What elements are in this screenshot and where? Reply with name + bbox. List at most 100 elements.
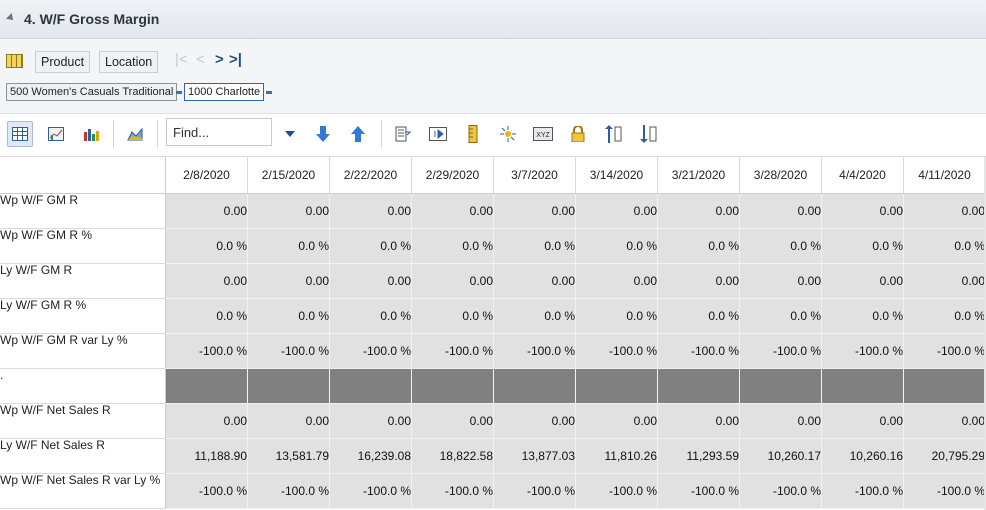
grid-cell[interactable]: 13,877.03 <box>493 438 576 474</box>
grid-cell[interactable]: 11,810.26 <box>575 438 658 474</box>
grid-cell[interactable]: -100.0 % <box>165 333 248 369</box>
grid-cell[interactable]: 0.00 <box>575 403 658 439</box>
grid-cell[interactable]: 0.0 % <box>903 228 986 264</box>
grid-cell[interactable] <box>493 368 576 404</box>
arrow-down-icon[interactable] <box>311 122 335 146</box>
grid-cell[interactable]: 0.00 <box>739 403 822 439</box>
chart-view-icon[interactable] <box>44 122 68 146</box>
grid-cell[interactable]: 0.0 % <box>493 298 576 334</box>
grid-cell[interactable]: -100.0 % <box>329 473 412 509</box>
grid-cell[interactable]: 0.00 <box>411 403 494 439</box>
grid-cell[interactable]: 0.0 % <box>821 298 904 334</box>
grid-cell[interactable]: 0.00 <box>493 193 576 229</box>
grid-cell[interactable]: 0.0 % <box>247 298 330 334</box>
xyz-icon[interactable]: XYZ <box>531 122 555 146</box>
page-selector-icon[interactable] <box>6 54 23 68</box>
previous-page-icon[interactable]: < <box>196 51 205 69</box>
grid-cell[interactable]: 0.00 <box>329 263 412 299</box>
grid-view-icon[interactable] <box>7 121 33 147</box>
grid-cell[interactable]: 11,188.90 <box>165 438 248 474</box>
date-column-header[interactable]: 4/4/2020 <box>821 157 904 194</box>
grid-cell[interactable]: 0.00 <box>739 263 822 299</box>
bar-chart-icon[interactable] <box>79 122 103 146</box>
grid-cell[interactable]: 0.00 <box>411 263 494 299</box>
grid-cell[interactable]: -100.0 % <box>411 473 494 509</box>
grid-cell[interactable]: 0.00 <box>575 193 658 229</box>
grid-cell[interactable]: 11,293.59 <box>657 438 740 474</box>
row-header[interactable]: . <box>0 368 166 404</box>
product-button[interactable]: Product <box>35 51 91 73</box>
grid-cell[interactable]: -100.0 % <box>821 473 904 509</box>
grid-cell[interactable]: 10,260.16 <box>821 438 904 474</box>
grid-cell[interactable]: 0.00 <box>411 193 494 229</box>
export-icon[interactable] <box>391 122 415 146</box>
arrow-up-icon[interactable] <box>346 122 370 146</box>
grid-cell[interactable] <box>411 368 494 404</box>
grid-cell[interactable]: 0.00 <box>329 193 412 229</box>
columns-icon[interactable] <box>426 122 450 146</box>
grid-cell[interactable]: 0.00 <box>165 193 248 229</box>
sort-asc-icon[interactable] <box>601 122 625 146</box>
grid-cell[interactable]: -100.0 % <box>411 333 494 369</box>
date-column-header[interactable]: 4/11/2020 <box>903 157 986 194</box>
row-header[interactable]: Ly W/F Net Sales R <box>0 438 166 474</box>
grid-cell[interactable]: -100.0 % <box>739 473 822 509</box>
row-header[interactable]: Wp W/F GM R var Ly % <box>0 333 166 369</box>
grid-cell[interactable]: 0.0 % <box>821 228 904 264</box>
grid-cell[interactable]: 0.0 % <box>903 298 986 334</box>
grid-cell[interactable] <box>329 368 412 404</box>
grid-cell[interactable]: 0.00 <box>903 263 986 299</box>
ruler-icon[interactable] <box>461 122 485 146</box>
row-header[interactable]: Wp W/F Net Sales R <box>0 403 166 439</box>
row-header[interactable]: Ly W/F GM R % <box>0 298 166 334</box>
spread-icon[interactable] <box>496 122 520 146</box>
breadcrumb-product[interactable]: 500 Women's Casuals Traditional <box>6 83 178 101</box>
grid-cell[interactable]: 0.0 % <box>493 228 576 264</box>
grid-cell[interactable]: 16,239.08 <box>329 438 412 474</box>
grid-cell[interactable] <box>247 368 330 404</box>
grid-cell[interactable]: -100.0 % <box>903 473 986 509</box>
grid-cell[interactable]: 0.0 % <box>165 298 248 334</box>
date-column-header[interactable]: 3/21/2020 <box>657 157 740 194</box>
grid-cell[interactable]: 0.00 <box>247 263 330 299</box>
sort-desc-icon[interactable] <box>636 122 660 146</box>
grid-cell[interactable]: -100.0 % <box>739 333 822 369</box>
grid-cell[interactable]: 0.0 % <box>739 228 822 264</box>
grid-cell[interactable]: 0.00 <box>247 403 330 439</box>
grid-cell[interactable]: 0.00 <box>165 263 248 299</box>
grid-cell[interactable]: 0.00 <box>329 403 412 439</box>
grid-cell[interactable]: -100.0 % <box>329 333 412 369</box>
grid-cell[interactable]: 0.0 % <box>411 298 494 334</box>
date-column-header[interactable]: 3/28/2020 <box>739 157 822 194</box>
grid-cell[interactable] <box>739 368 822 404</box>
grid-cell[interactable]: -100.0 % <box>493 473 576 509</box>
grid-cell[interactable] <box>657 368 740 404</box>
grid-cell[interactable]: -100.0 % <box>247 473 330 509</box>
grid-cell[interactable]: 0.00 <box>657 193 740 229</box>
grid-cell[interactable]: 0.0 % <box>329 228 412 264</box>
grid-cell[interactable]: 0.00 <box>903 403 986 439</box>
breadcrumb-location[interactable]: 1000 Charlotte <box>184 83 265 101</box>
grid-cell[interactable]: 13,581.79 <box>247 438 330 474</box>
grid-cell[interactable]: -100.0 % <box>575 333 658 369</box>
grid-cell[interactable]: -100.0 % <box>575 473 658 509</box>
lock-icon[interactable] <box>566 122 590 146</box>
grid-cell[interactable]: 20,795.29 <box>903 438 986 474</box>
row-header[interactable]: Wp W/F GM R % <box>0 228 166 264</box>
date-column-header[interactable]: 2/15/2020 <box>247 157 330 194</box>
row-header[interactable]: Wp W/F Net Sales R var Ly % <box>0 473 166 509</box>
grid-cell[interactable]: 0.0 % <box>575 298 658 334</box>
row-header[interactable]: Wp W/F GM R <box>0 193 166 229</box>
grid-cell[interactable]: 0.00 <box>903 193 986 229</box>
first-page-icon[interactable]: |< <box>175 51 188 69</box>
grid-cell[interactable] <box>575 368 658 404</box>
date-column-header[interactable]: 2/8/2020 <box>165 157 248 194</box>
grid-cell[interactable] <box>903 368 986 404</box>
area-chart-icon[interactable] <box>123 122 147 146</box>
grid-cell[interactable]: -100.0 % <box>903 333 986 369</box>
row-header[interactable]: Ly W/F GM R <box>0 263 166 299</box>
grid-cell[interactable]: 0.0 % <box>739 298 822 334</box>
date-column-header[interactable]: 2/22/2020 <box>329 157 412 194</box>
grid-cell[interactable]: 0.0 % <box>247 228 330 264</box>
grid-cell[interactable]: 0.00 <box>739 193 822 229</box>
